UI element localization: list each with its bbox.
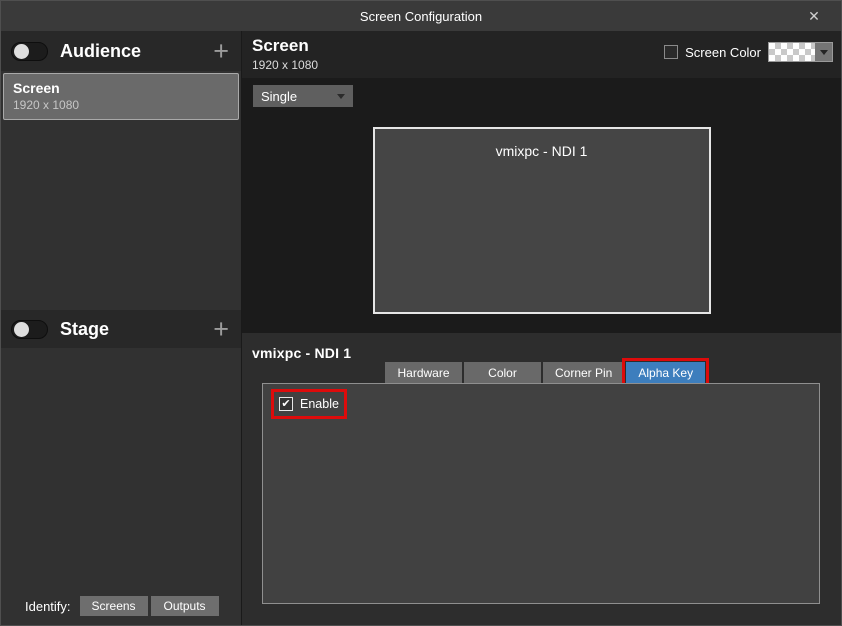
- stage-header: Stage +: [1, 310, 241, 348]
- main-header-titles: Screen 1920 x 1080: [252, 35, 318, 78]
- screen-color-label: Screen Color: [685, 45, 761, 60]
- stage-toggle[interactable]: [11, 320, 48, 339]
- tab-hardware[interactable]: Hardware: [385, 362, 462, 383]
- stage-screen-list: [1, 348, 241, 587]
- audience-screen-list: Screen 1920 x 1080: [1, 71, 241, 310]
- close-icon[interactable]: ✕: [801, 1, 827, 31]
- transparent-color-swatch: [769, 43, 815, 61]
- add-stage-screen-icon[interactable]: +: [213, 319, 229, 339]
- identify-label: Identify:: [25, 599, 71, 614]
- alpha-key-panel: ✔ Enable: [262, 383, 820, 604]
- layout-select[interactable]: Single: [253, 85, 353, 107]
- screen-preview-zone: Single vmixpc - NDI 1: [242, 78, 841, 333]
- layout-select-value: Single: [261, 89, 297, 104]
- main-header: Screen 1920 x 1080 Screen Color: [242, 31, 841, 78]
- screen-item-name: Screen: [13, 80, 229, 96]
- tab-corner-pin[interactable]: Corner Pin: [543, 362, 624, 383]
- tab-color[interactable]: Color: [464, 362, 541, 383]
- audience-toggle[interactable]: [11, 42, 48, 61]
- screen-item-resolution: 1920 x 1080: [13, 98, 229, 112]
- audience-label: Audience: [60, 41, 201, 62]
- enable-control: ✔ Enable: [279, 397, 339, 411]
- preview-source-label: vmixpc - NDI 1: [375, 143, 709, 159]
- source-title: vmixpc - NDI 1: [252, 345, 351, 361]
- add-audience-screen-icon[interactable]: +: [213, 41, 229, 61]
- identify-outputs-button[interactable]: Outputs: [151, 596, 219, 616]
- source-settings-zone: vmixpc - NDI 1 Hardware Color Corner Pin…: [242, 333, 841, 625]
- toggle-knob: [14, 44, 29, 59]
- screen-color-dropdown[interactable]: [768, 42, 833, 62]
- screen-list-item[interactable]: Screen 1920 x 1080: [3, 73, 239, 120]
- sidebar: Audience + Screen 1920 x 1080 Stage + Id…: [1, 31, 242, 625]
- identify-row: Identify: Screens Outputs: [1, 587, 241, 625]
- toggle-knob: [14, 322, 29, 337]
- window-body: Audience + Screen 1920 x 1080 Stage + Id…: [1, 31, 841, 625]
- main-area: Screen 1920 x 1080 Screen Color: [242, 31, 841, 625]
- source-tabs: Hardware Color Corner Pin Alpha Key: [385, 362, 705, 383]
- stage-label: Stage: [60, 319, 201, 340]
- check-icon: ✔: [281, 399, 290, 410]
- page-title: Screen: [252, 35, 318, 57]
- screen-configuration-window: Screen Configuration ✕ Audience + Screen…: [0, 0, 842, 626]
- screen-preview-box[interactable]: vmixpc - NDI 1: [373, 127, 711, 314]
- enable-checkbox[interactable]: ✔: [279, 397, 293, 411]
- audience-header: Audience +: [1, 31, 241, 71]
- tab-alpha-key[interactable]: Alpha Key: [626, 362, 705, 383]
- chevron-down-icon: [820, 50, 828, 55]
- page-resolution: 1920 x 1080: [252, 58, 318, 72]
- identify-screens-button[interactable]: Screens: [80, 596, 148, 616]
- titlebar: Screen Configuration ✕: [1, 1, 841, 31]
- chevron-down-icon: [337, 94, 345, 99]
- window-title: Screen Configuration: [360, 9, 482, 24]
- screen-color-checkbox[interactable]: [664, 45, 678, 59]
- screen-color-dropdown-button[interactable]: [815, 43, 832, 61]
- screen-color-controls: Screen Color: [664, 41, 833, 63]
- enable-label: Enable: [300, 397, 339, 411]
